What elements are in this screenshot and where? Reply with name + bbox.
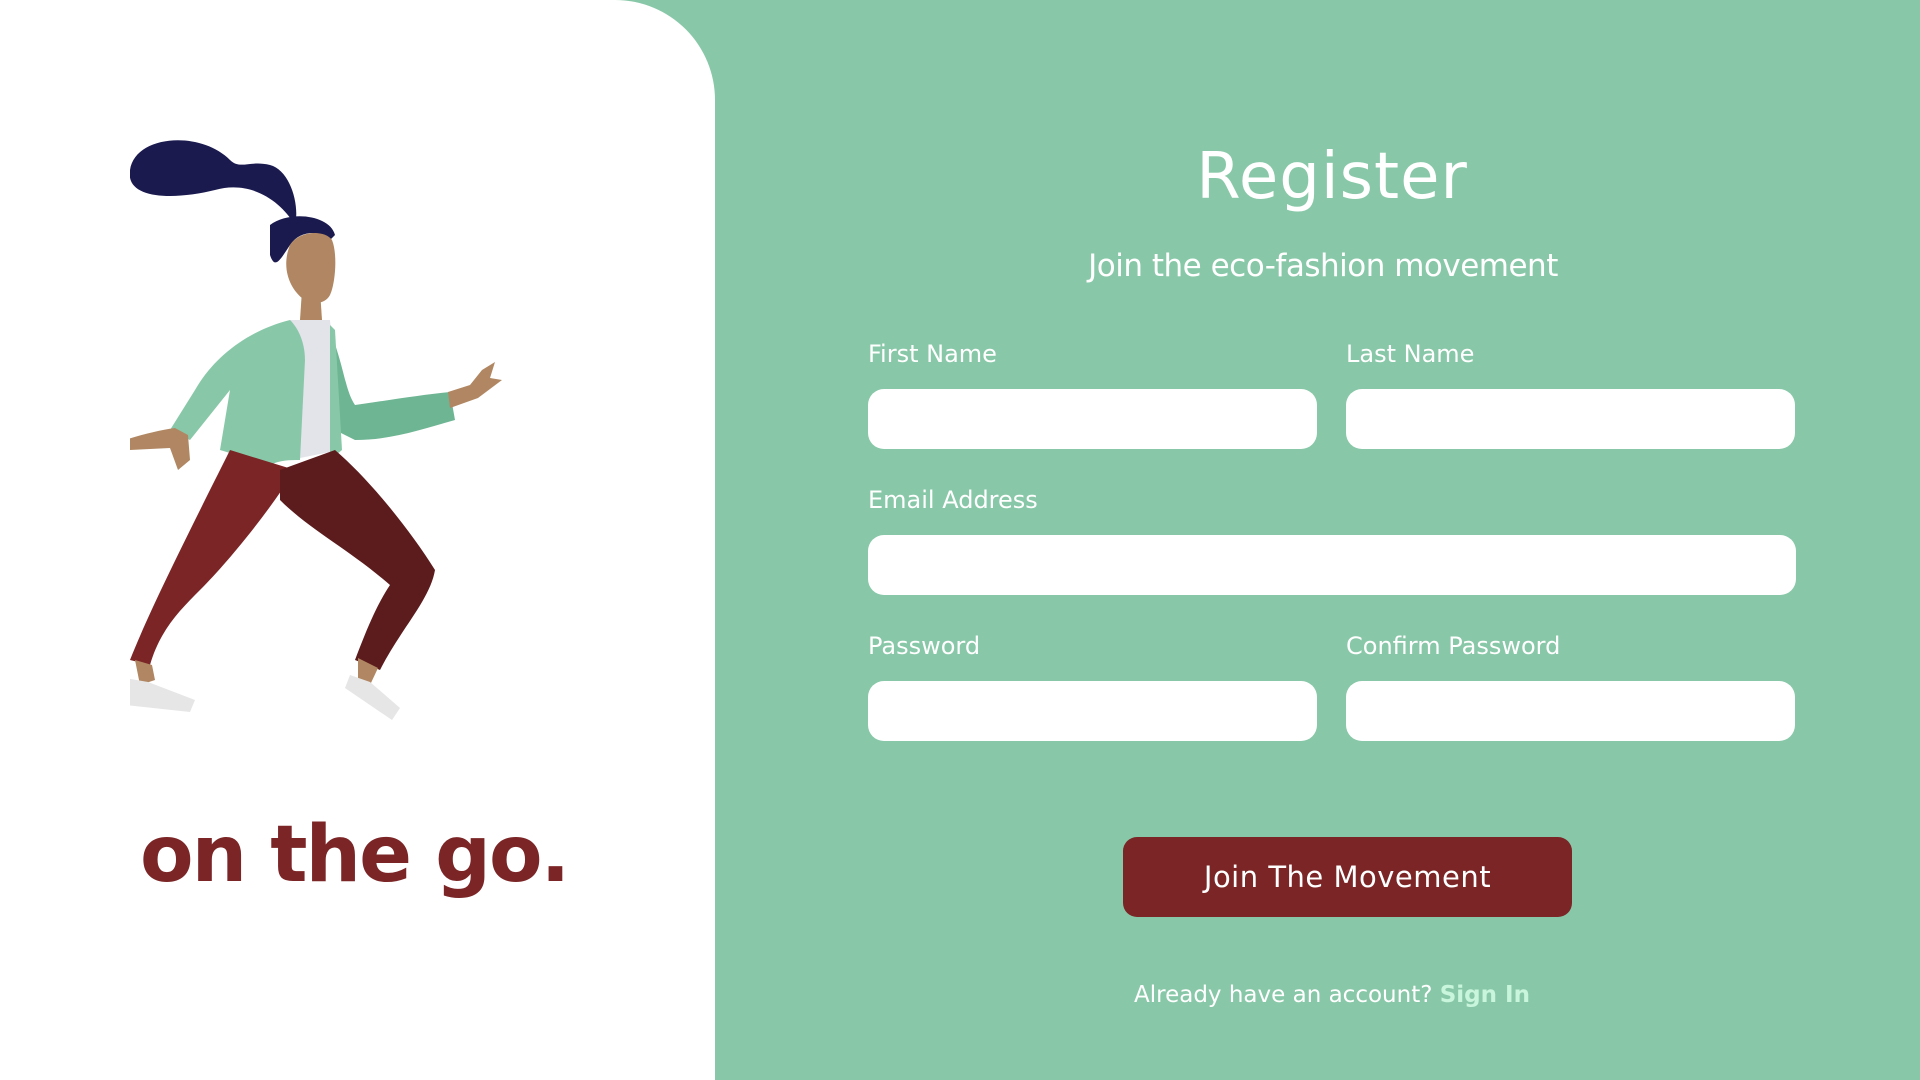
brand-panel: on the go. [0,0,715,1080]
password-field[interactable] [868,681,1317,741]
brand-tagline: on the go. [140,810,570,900]
confirm-password-label: Confirm Password [1346,632,1561,660]
signin-prompt: Already have an account? [1134,982,1433,1008]
last-name-field[interactable] [1346,389,1795,449]
join-movement-button[interactable]: Join The Movement [1123,837,1572,917]
last-name-label: Last Name [1346,340,1475,368]
first-name-field[interactable] [868,389,1317,449]
page-title: Register [1196,140,1468,214]
first-name-label: First Name [868,340,997,368]
register-form: Register Join the eco-fashion movement F… [868,0,1796,1080]
email-label: Email Address [868,486,1038,514]
password-label: Password [868,632,981,660]
signin-link[interactable]: Sign In [1440,982,1530,1008]
page-subtitle: Join the eco-fashion movement [1088,248,1558,284]
signin-row: Already have an account? Sign In [868,982,1796,1008]
email-field[interactable] [868,535,1796,595]
running-woman-illustration [130,140,502,720]
confirm-password-field[interactable] [1346,681,1795,741]
